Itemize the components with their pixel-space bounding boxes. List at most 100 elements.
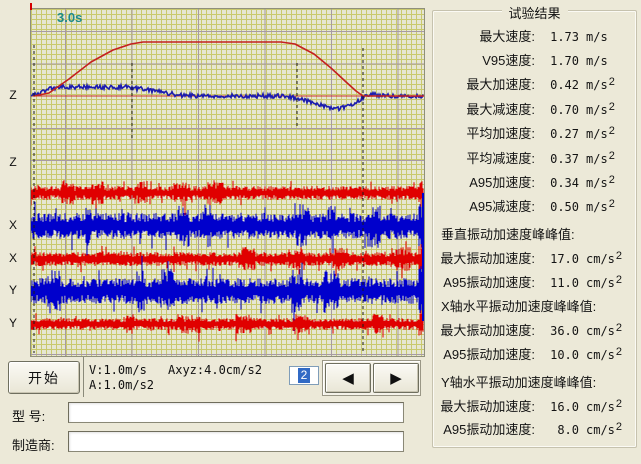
result-label: 平均减速度: (439, 148, 535, 167)
result-unit: cm/s (586, 348, 615, 362)
result-unit-exponent: 2 (616, 274, 622, 286)
test-results-groupbox: 试验结果 最大速度:1.73m/sV95速度:1.70m/s最大加速度:0.42… (432, 10, 637, 448)
manufacturer-label: 制造商: (12, 435, 55, 454)
accel-setting-label: A:1.0m/s2 (89, 378, 154, 392)
left-arrow-icon: ◀ (342, 370, 354, 387)
result-unit-exponent: 2 (616, 398, 622, 410)
result-row: 最大振动加速度:36.0 cm/s2 (439, 320, 631, 338)
waveform-traces (31, 9, 424, 356)
axis-label-z-1: Z (2, 155, 24, 169)
result-unit: m/s (586, 103, 608, 117)
axis-label-y-4: Y (2, 283, 24, 297)
noise-band-X-vibration-blue (31, 200, 423, 260)
result-label: A95加速度: (439, 172, 535, 191)
axis-label-z-0: Z (2, 88, 24, 102)
result-value: 1.70 (535, 54, 579, 68)
next-page-button[interactable]: ▶ (373, 363, 419, 393)
chart-start-marker (30, 3, 32, 10)
result-row: 最大速度:1.73 m/s (439, 26, 631, 44)
result-unit: m/s (586, 200, 608, 214)
waveform-chart[interactable] (30, 8, 425, 357)
axyz-setting-label: Axyz:4.0cm/s2 (168, 363, 262, 377)
result-row: A95振动加速度:8.0 cm/s2 (439, 419, 631, 437)
result-unit-exponent: 2 (616, 421, 622, 433)
result-value: 0.42 (535, 78, 579, 92)
result-value: 11.0 (535, 276, 579, 290)
result-value: 10.0 (535, 348, 579, 362)
acceleration-trace (31, 85, 423, 111)
result-unit-exponent: 2 (609, 76, 615, 88)
result-unit: cm/s (586, 423, 615, 437)
axis-label-y-5: Y (2, 316, 24, 330)
result-unit: m/s (586, 127, 608, 141)
result-section-header: Y轴水平振动加速度峰峰值: (441, 372, 633, 391)
model-input[interactable] (68, 402, 404, 423)
result-unit-exponent: 2 (616, 322, 622, 334)
result-value: 8.0 (535, 423, 579, 437)
result-row: 平均加速度:0.27 m/s2 (439, 123, 631, 141)
result-unit-exponent: 2 (616, 346, 622, 358)
result-label: V95速度: (439, 50, 535, 69)
result-row: 最大加速度:0.42 m/s2 (439, 74, 631, 92)
result-row: A95振动加速度:11.0cm/s2 (439, 272, 631, 290)
result-unit-exponent: 2 (616, 250, 622, 262)
result-value: 0.50 (535, 200, 579, 214)
result-value: 0.27 (535, 127, 579, 141)
result-unit: cm/s (586, 252, 615, 266)
result-unit-exponent: 2 (609, 150, 615, 162)
result-value: 16.0 (535, 400, 579, 414)
right-arrow-icon: ▶ (390, 370, 402, 387)
result-unit: m/s (586, 54, 608, 68)
result-label: 最大振动加速度: (439, 320, 535, 339)
result-row: 最大振动加速度:16.0 cm/s2 (439, 396, 631, 414)
test-results-title: 试验结果 (501, 3, 567, 22)
result-unit-exponent: 2 (609, 174, 615, 186)
result-unit: cm/s (586, 324, 615, 338)
result-label: 最大速度: (439, 26, 535, 45)
page-number-input[interactable]: 2 (289, 366, 319, 385)
controls-divider (83, 357, 84, 397)
time-window-label: 3.0s (57, 10, 82, 25)
result-row: A95减速度:0.50 m/s2 (439, 196, 631, 214)
axis-label-x-2: X (2, 218, 24, 232)
result-unit-exponent: 2 (609, 101, 615, 113)
result-row: 最大振动加速度:17.0 cm/s2 (439, 248, 631, 266)
result-label: 最大加速度: (439, 74, 535, 93)
result-value: 1.73 (535, 30, 579, 44)
result-unit: m/s (586, 30, 608, 44)
result-unit: cm/s (586, 400, 615, 414)
result-unit-exponent: 2 (609, 125, 615, 137)
speed-setting-label: V:1.0m/s (89, 363, 147, 377)
manufacturer-input[interactable] (68, 431, 404, 452)
result-unit: m/s (586, 176, 608, 190)
result-value: 17.0 (535, 252, 579, 266)
previous-page-button[interactable]: ◀ (325, 363, 371, 393)
result-label: 平均加速度: (439, 123, 535, 142)
pager-panel: ◀ ▶ (322, 360, 421, 396)
result-label: A95振动加速度: (439, 419, 535, 438)
page-number-value: 2 (298, 368, 311, 383)
result-value: 36.0 (535, 324, 579, 338)
result-row: A95振动加速度:10.0cm/s2 (439, 344, 631, 362)
result-unit-exponent: 2 (609, 198, 615, 210)
result-label: A95振动加速度: (439, 272, 535, 291)
result-value: 0.37 (535, 152, 579, 166)
axis-label-x-3: X (2, 251, 24, 265)
noise-band-X-vibration-red (31, 241, 423, 278)
result-value: 0.34 (535, 176, 579, 190)
result-label: 最大振动加速度: (439, 248, 535, 267)
result-section-header: X轴水平振动加速度峰峰值: (441, 296, 633, 315)
result-label: A95减速度: (439, 196, 535, 215)
result-row: 平均减速度:0.37 m/s2 (439, 148, 631, 166)
result-unit: m/s (586, 152, 608, 166)
result-label: 最大振动加速度: (439, 396, 535, 415)
result-unit: m/s (586, 78, 608, 92)
noise-band-Y-vibration-red (31, 310, 423, 341)
result-section-header: 垂直振动加速度峰峰值: (441, 224, 633, 243)
result-label: 最大减速度: (439, 99, 535, 118)
start-button[interactable]: 开始 (8, 361, 80, 394)
app-window: 3.0s Z Z X X Y Y 开始 V:1.0m/s A:1.0m/s2 Axyz:4… (0, 0, 641, 464)
model-label: 型 号: (12, 406, 45, 425)
result-row: A95加速度:0.34 m/s2 (439, 172, 631, 190)
result-row: V95速度:1.70 m/s (439, 50, 631, 68)
